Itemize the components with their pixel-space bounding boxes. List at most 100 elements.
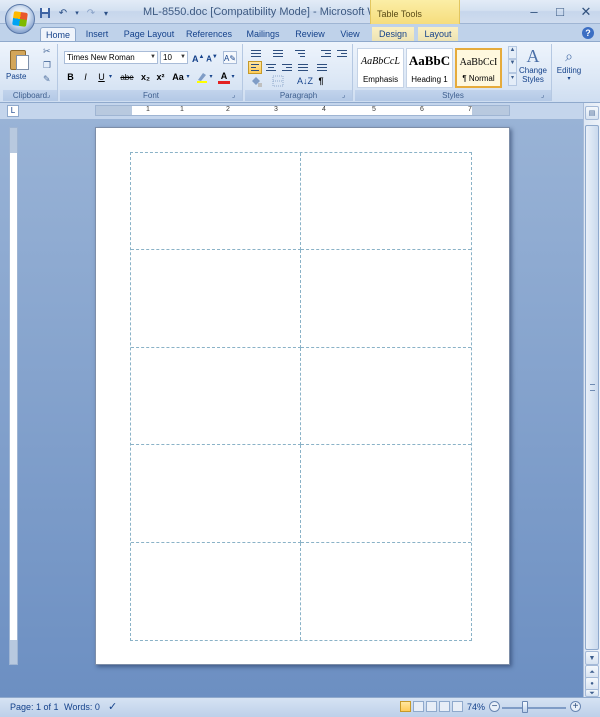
shading-icon[interactable] bbox=[249, 75, 263, 88]
paste-icon[interactable] bbox=[8, 46, 30, 70]
horizontal-ruler[interactable]: 1 1 2 3 4 5 6 7 bbox=[95, 105, 510, 116]
save-icon[interactable] bbox=[38, 6, 52, 20]
change-styles-button[interactable]: A Change Styles bbox=[516, 46, 550, 84]
shrink-font-icon[interactable]: A▼ bbox=[206, 51, 218, 64]
dialog-launcher-icon[interactable]: ⌟ bbox=[232, 92, 240, 100]
gallery-down-icon[interactable]: ▼ bbox=[508, 59, 517, 73]
sort-icon[interactable]: A↓Z bbox=[297, 75, 313, 88]
font-size-combo[interactable]: 10 ▼ bbox=[160, 51, 188, 64]
font-color-button[interactable]: A bbox=[218, 71, 230, 84]
label-cell[interactable] bbox=[301, 153, 471, 251]
label-cell[interactable] bbox=[301, 445, 471, 543]
dialog-launcher-icon[interactable]: ⌟ bbox=[47, 92, 55, 100]
redo-icon[interactable]: ↷ bbox=[84, 6, 98, 20]
zoom-slider-thumb[interactable] bbox=[521, 701, 528, 713]
paste-button[interactable]: Paste bbox=[6, 72, 26, 81]
web-layout-view-icon[interactable] bbox=[426, 701, 437, 712]
customize-icon[interactable]: ▾ bbox=[102, 6, 110, 20]
gallery-more-icon[interactable]: ▾ bbox=[508, 72, 517, 86]
bold-button[interactable]: B bbox=[65, 71, 76, 84]
decrease-indent-icon[interactable] bbox=[319, 47, 333, 60]
style-emphasis[interactable]: AaBbCcL Emphasis bbox=[357, 48, 404, 88]
bullets-icon[interactable] bbox=[249, 47, 263, 60]
font-color-dropdown-icon[interactable]: ▾ bbox=[230, 71, 236, 84]
change-case-button[interactable]: Aa bbox=[170, 71, 186, 84]
next-page-icon[interactable]: ⏷ bbox=[585, 689, 599, 697]
undo-icon[interactable]: ↶ bbox=[56, 6, 70, 20]
help-icon[interactable]: ? bbox=[582, 27, 594, 39]
tab-references[interactable]: References bbox=[182, 27, 236, 42]
outline-view-icon[interactable] bbox=[439, 701, 450, 712]
tab-page-layout[interactable]: Page Layout bbox=[120, 27, 178, 42]
tab-selector-icon[interactable]: L bbox=[7, 105, 19, 117]
show-marks-icon[interactable]: ¶ bbox=[315, 75, 327, 88]
page-count[interactable]: Page: 1 of 1 bbox=[10, 702, 59, 712]
label-cell[interactable] bbox=[301, 348, 471, 446]
draft-view-icon[interactable] bbox=[452, 701, 463, 712]
print-layout-view-icon[interactable] bbox=[400, 701, 411, 712]
tab-review[interactable]: Review bbox=[292, 27, 328, 42]
subscript-button[interactable]: x₂ bbox=[139, 71, 152, 84]
tab-mailings[interactable]: Mailings bbox=[242, 27, 284, 42]
format-painter-icon[interactable]: ✎ bbox=[43, 74, 51, 85]
tab-insert[interactable]: Insert bbox=[80, 27, 114, 42]
style-normal[interactable]: AaBbCcI ¶ Normal bbox=[455, 48, 502, 88]
zoom-in-icon[interactable]: + bbox=[570, 701, 581, 712]
label-cell[interactable] bbox=[301, 250, 471, 348]
multilevel-list-icon[interactable] bbox=[293, 47, 307, 60]
justify-icon[interactable] bbox=[296, 61, 310, 74]
italic-button[interactable]: I bbox=[80, 71, 91, 84]
increase-indent-icon[interactable] bbox=[335, 47, 349, 60]
word-count[interactable]: Words: 0 bbox=[64, 702, 100, 712]
label-cell[interactable] bbox=[131, 347, 301, 446]
editing-button[interactable]: ⌕ Editing ▾ bbox=[554, 46, 584, 82]
highlight-dropdown-icon[interactable]: ▾ bbox=[208, 71, 214, 84]
tab-design[interactable]: Design bbox=[372, 27, 414, 42]
zoom-out-icon[interactable]: − bbox=[489, 701, 500, 712]
align-right-icon[interactable] bbox=[280, 61, 294, 74]
gallery-up-icon[interactable]: ▲ bbox=[508, 46, 517, 60]
vertical-ruler[interactable] bbox=[9, 127, 18, 665]
ruler-toggle-icon[interactable]: ▤ bbox=[585, 106, 599, 120]
vertical-scrollbar[interactable]: ▤ ▼ ⏶ ● ⏷ bbox=[583, 103, 600, 697]
line-spacing-icon[interactable] bbox=[315, 61, 329, 74]
superscript-button[interactable]: x² bbox=[154, 71, 167, 84]
dialog-launcher-icon[interactable]: ⌟ bbox=[541, 92, 549, 100]
change-case-dropdown-icon[interactable]: ▾ bbox=[185, 71, 191, 84]
label-cell[interactable] bbox=[131, 445, 301, 543]
label-cell[interactable] bbox=[131, 542, 301, 640]
grow-font-icon[interactable]: A▲ bbox=[192, 51, 204, 64]
underline-dropdown-icon[interactable]: ▾ bbox=[107, 71, 114, 84]
maximize-button[interactable]: □ bbox=[552, 4, 568, 20]
align-center-icon[interactable] bbox=[264, 61, 278, 74]
clear-formatting-icon[interactable]: A✎ bbox=[223, 51, 237, 64]
underline-button[interactable]: U bbox=[96, 71, 107, 84]
label-cell[interactable] bbox=[131, 153, 301, 251]
label-cell[interactable] bbox=[301, 543, 471, 640]
proofing-icon[interactable]: ✓ bbox=[108, 700, 117, 713]
copy-icon[interactable]: ❐ bbox=[43, 60, 51, 71]
scrollbar-thumb[interactable] bbox=[585, 125, 599, 650]
tab-home[interactable]: Home bbox=[40, 27, 76, 42]
font-name-combo[interactable]: Times New Roman ▼ bbox=[64, 51, 158, 64]
tab-view[interactable]: View bbox=[334, 27, 366, 42]
zoom-level[interactable]: 74% bbox=[467, 702, 485, 712]
highlight-icon[interactable] bbox=[195, 71, 209, 84]
strikethrough-button[interactable]: abe bbox=[118, 71, 136, 84]
scroll-down-icon[interactable]: ▼ bbox=[585, 651, 599, 665]
dialog-launcher-icon[interactable]: ⌟ bbox=[342, 92, 350, 100]
borders-icon[interactable] bbox=[271, 75, 285, 88]
label-table[interactable] bbox=[130, 152, 472, 641]
numbering-icon[interactable] bbox=[271, 47, 285, 60]
styles-gallery-scroll[interactable]: ▲ ▼ ▾ bbox=[508, 46, 517, 86]
close-button[interactable]: ✕ bbox=[578, 4, 594, 20]
minimize-button[interactable]: – bbox=[526, 4, 542, 20]
undo-dropdown-icon[interactable]: ▾ bbox=[74, 6, 80, 20]
cut-icon[interactable]: ✂ bbox=[43, 46, 51, 57]
zoom-slider-track[interactable] bbox=[502, 707, 566, 709]
full-screen-reading-view-icon[interactable] bbox=[413, 701, 424, 712]
align-left-icon[interactable] bbox=[248, 61, 262, 74]
style-heading-1[interactable]: AaBbC Heading 1 bbox=[406, 48, 453, 88]
office-button[interactable] bbox=[5, 4, 35, 34]
label-cell[interactable] bbox=[131, 250, 301, 348]
